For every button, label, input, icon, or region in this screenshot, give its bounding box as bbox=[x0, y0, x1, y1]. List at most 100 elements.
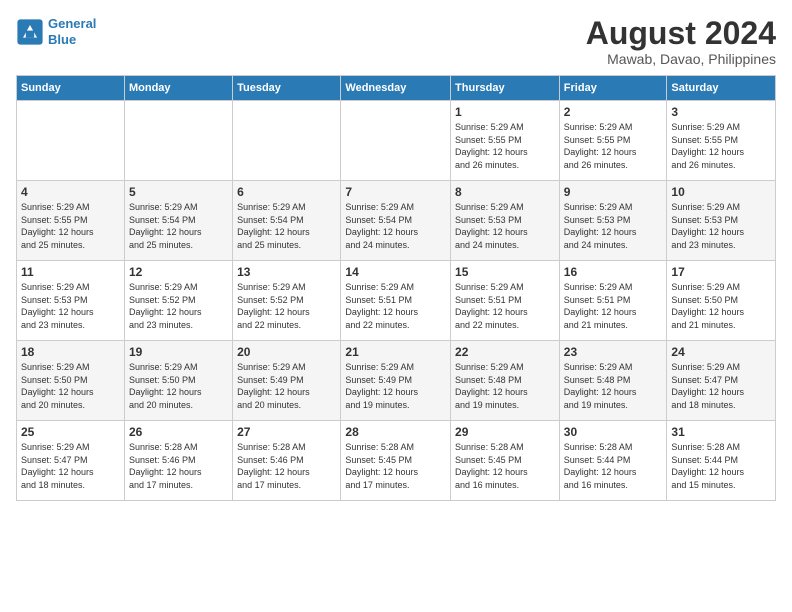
page-header: General Blue August 2024 Mawab, Davao, P… bbox=[16, 16, 776, 67]
calendar-cell: 24 Sunrise: 5:29 AM Sunset: 5:47 PM Dayli… bbox=[667, 341, 776, 421]
day-info: Sunrise: 5:28 AM Sunset: 5:45 PM Dayligh… bbox=[345, 441, 446, 491]
logo-icon bbox=[16, 18, 44, 46]
day-info: Sunrise: 5:29 AM Sunset: 5:53 PM Dayligh… bbox=[21, 281, 120, 331]
day-info: Sunrise: 5:29 AM Sunset: 5:55 PM Dayligh… bbox=[455, 121, 555, 171]
calendar-cell: 31Sunrise: 5:28 AM Sunset: 5:44 PM Dayli… bbox=[667, 421, 776, 501]
calendar-cell: 19Sunrise: 5:29 AM Sunset: 5:50 PM Dayli… bbox=[124, 341, 232, 421]
day-info: Sunrise: 5:29 AM Sunset: 5:55 PM Dayligh… bbox=[671, 121, 771, 171]
logo: General Blue bbox=[16, 16, 96, 47]
day-number: 12 bbox=[129, 265, 228, 279]
day-info: Sunrise: 5:29 AM Sunset: 5:54 PM Dayligh… bbox=[237, 201, 336, 251]
day-number: 30 bbox=[564, 425, 663, 439]
calendar-cell: 17 Sunrise: 5:29 AM Sunset: 5:50 PM Dayli… bbox=[667, 261, 776, 341]
calendar-cell bbox=[124, 101, 232, 181]
day-info: Sunrise: 5:29 AM Sunset: 5:55 PM Dayligh… bbox=[21, 201, 120, 251]
day-info: Sunrise: 5:29 AM Sunset: 5:54 PM Dayligh… bbox=[129, 201, 228, 251]
calendar-cell: 7Sunrise: 5:29 AM Sunset: 5:54 PM Daylig… bbox=[341, 181, 451, 261]
calendar-cell bbox=[233, 101, 341, 181]
calendar-cell: 26 Sunrise: 5:28 AM Sunset: 5:46 PM Dayli… bbox=[124, 421, 232, 501]
day-number: 2 bbox=[564, 105, 663, 119]
day-number: 26 bbox=[129, 425, 228, 439]
day-info: Sunrise: 5:29 AM Sunset: 5:50 PM Dayligh… bbox=[21, 361, 120, 411]
day-number: 23 bbox=[564, 345, 663, 359]
day-number: 4 bbox=[21, 185, 120, 199]
day-info: Sunrise: 5:29 AM Sunset: 5:47 PM Dayligh… bbox=[671, 361, 771, 411]
day-number: 20 bbox=[237, 345, 336, 359]
day-info: Sunrise: 5:28 AM Sunset: 5:44 PM Dayligh… bbox=[671, 441, 771, 491]
title-block: August 2024 Mawab, Davao, Philippines bbox=[586, 16, 776, 67]
day-number: 14 bbox=[345, 265, 446, 279]
calendar-cell: 28Sunrise: 5:28 AM Sunset: 5:45 PM Dayli… bbox=[341, 421, 451, 501]
day-number: 7 bbox=[345, 185, 446, 199]
header-day-tuesday: Tuesday bbox=[233, 76, 341, 101]
header-day-wednesday: Wednesday bbox=[341, 76, 451, 101]
calendar-week-row: 25Sunrise: 5:29 AM Sunset: 5:47 PM Dayli… bbox=[17, 421, 776, 501]
calendar-cell: 27 Sunrise: 5:28 AM Sunset: 5:46 PM Dayli… bbox=[233, 421, 341, 501]
day-number: 9 bbox=[564, 185, 663, 199]
calendar-cell: 6Sunrise: 5:29 AM Sunset: 5:54 PM Daylig… bbox=[233, 181, 341, 261]
day-number: 24 bbox=[671, 345, 771, 359]
calendar-cell: 1 Sunrise: 5:29 AM Sunset: 5:55 PM Daylig… bbox=[451, 101, 560, 181]
calendar-cell: 9Sunrise: 5:29 AM Sunset: 5:53 PM Daylig… bbox=[559, 181, 667, 261]
header-day-saturday: Saturday bbox=[667, 76, 776, 101]
day-info: Sunrise: 5:29 AM Sunset: 5:52 PM Dayligh… bbox=[237, 281, 336, 331]
day-info: Sunrise: 5:29 AM Sunset: 5:50 PM Dayligh… bbox=[671, 281, 771, 331]
day-number: 18 bbox=[21, 345, 120, 359]
logo-text: General Blue bbox=[48, 16, 96, 47]
day-number: 1 bbox=[455, 105, 555, 119]
day-number: 11 bbox=[21, 265, 120, 279]
day-info: Sunrise: 5:28 AM Sunset: 5:46 PM Dayligh… bbox=[237, 441, 336, 491]
day-info: Sunrise: 5:29 AM Sunset: 5:52 PM Dayligh… bbox=[129, 281, 228, 331]
day-info: Sunrise: 5:28 AM Sunset: 5:45 PM Dayligh… bbox=[455, 441, 555, 491]
calendar-cell: 13Sunrise: 5:29 AM Sunset: 5:52 PM Dayli… bbox=[233, 261, 341, 341]
day-number: 21 bbox=[345, 345, 446, 359]
month-year-title: August 2024 bbox=[586, 16, 776, 51]
calendar-body: 1 Sunrise: 5:29 AM Sunset: 5:55 PM Daylig… bbox=[17, 101, 776, 501]
calendar-cell: 29 Sunrise: 5:28 AM Sunset: 5:45 PM Dayli… bbox=[451, 421, 560, 501]
day-info: Sunrise: 5:28 AM Sunset: 5:46 PM Dayligh… bbox=[129, 441, 228, 491]
calendar-cell: 8Sunrise: 5:29 AM Sunset: 5:53 PM Daylig… bbox=[451, 181, 560, 261]
header-day-monday: Monday bbox=[124, 76, 232, 101]
day-number: 16 bbox=[564, 265, 663, 279]
day-info: Sunrise: 5:29 AM Sunset: 5:51 PM Dayligh… bbox=[455, 281, 555, 331]
calendar-week-row: 11 Sunrise: 5:29 AM Sunset: 5:53 PM Dayli… bbox=[17, 261, 776, 341]
header-day-sunday: Sunday bbox=[17, 76, 125, 101]
day-info: Sunrise: 5:29 AM Sunset: 5:53 PM Dayligh… bbox=[671, 201, 771, 251]
logo-line1: General bbox=[48, 16, 96, 31]
day-info: Sunrise: 5:29 AM Sunset: 5:51 PM Dayligh… bbox=[345, 281, 446, 331]
day-info: Sunrise: 5:29 AM Sunset: 5:55 PM Dayligh… bbox=[564, 121, 663, 171]
calendar-cell: 20 Sunrise: 5:29 AM Sunset: 5:49 PM Dayli… bbox=[233, 341, 341, 421]
calendar-cell: 3Sunrise: 5:29 AM Sunset: 5:55 PM Daylig… bbox=[667, 101, 776, 181]
calendar-header: SundayMondayTuesdayWednesdayThursdayFrid… bbox=[17, 76, 776, 101]
calendar-week-row: 1 Sunrise: 5:29 AM Sunset: 5:55 PM Daylig… bbox=[17, 101, 776, 181]
logo-line2: Blue bbox=[48, 32, 76, 47]
day-number: 22 bbox=[455, 345, 555, 359]
calendar-cell: 14 Sunrise: 5:29 AM Sunset: 5:51 PM Dayli… bbox=[341, 261, 451, 341]
calendar-cell: 15Sunrise: 5:29 AM Sunset: 5:51 PM Dayli… bbox=[451, 261, 560, 341]
day-info: Sunrise: 5:29 AM Sunset: 5:49 PM Dayligh… bbox=[237, 361, 336, 411]
calendar-week-row: 4 Sunrise: 5:29 AM Sunset: 5:55 PM Daylig… bbox=[17, 181, 776, 261]
day-number: 29 bbox=[455, 425, 555, 439]
calendar-cell: 10 Sunrise: 5:29 AM Sunset: 5:53 PM Dayli… bbox=[667, 181, 776, 261]
location-subtitle: Mawab, Davao, Philippines bbox=[586, 51, 776, 67]
calendar-cell: 5 Sunrise: 5:29 AM Sunset: 5:54 PM Daylig… bbox=[124, 181, 232, 261]
calendar-week-row: 18 Sunrise: 5:29 AM Sunset: 5:50 PM Dayli… bbox=[17, 341, 776, 421]
calendar-cell bbox=[341, 101, 451, 181]
calendar-cell: 12 Sunrise: 5:29 AM Sunset: 5:52 PM Dayli… bbox=[124, 261, 232, 341]
day-info: Sunrise: 5:29 AM Sunset: 5:49 PM Dayligh… bbox=[345, 361, 446, 411]
calendar-cell: 22Sunrise: 5:29 AM Sunset: 5:48 PM Dayli… bbox=[451, 341, 560, 421]
day-number: 5 bbox=[129, 185, 228, 199]
day-number: 17 bbox=[671, 265, 771, 279]
calendar-cell bbox=[17, 101, 125, 181]
calendar-cell: 25Sunrise: 5:29 AM Sunset: 5:47 PM Dayli… bbox=[17, 421, 125, 501]
calendar-cell: 4 Sunrise: 5:29 AM Sunset: 5:55 PM Daylig… bbox=[17, 181, 125, 261]
day-info: Sunrise: 5:29 AM Sunset: 5:48 PM Dayligh… bbox=[564, 361, 663, 411]
day-info: Sunrise: 5:29 AM Sunset: 5:51 PM Dayligh… bbox=[564, 281, 663, 331]
day-number: 19 bbox=[129, 345, 228, 359]
day-number: 27 bbox=[237, 425, 336, 439]
calendar-table: SundayMondayTuesdayWednesdayThursdayFrid… bbox=[16, 75, 776, 501]
day-info: Sunrise: 5:29 AM Sunset: 5:47 PM Dayligh… bbox=[21, 441, 120, 491]
calendar-cell: 21 Sunrise: 5:29 AM Sunset: 5:49 PM Dayli… bbox=[341, 341, 451, 421]
calendar-cell: 2 Sunrise: 5:29 AM Sunset: 5:55 PM Daylig… bbox=[559, 101, 667, 181]
day-number: 10 bbox=[671, 185, 771, 199]
